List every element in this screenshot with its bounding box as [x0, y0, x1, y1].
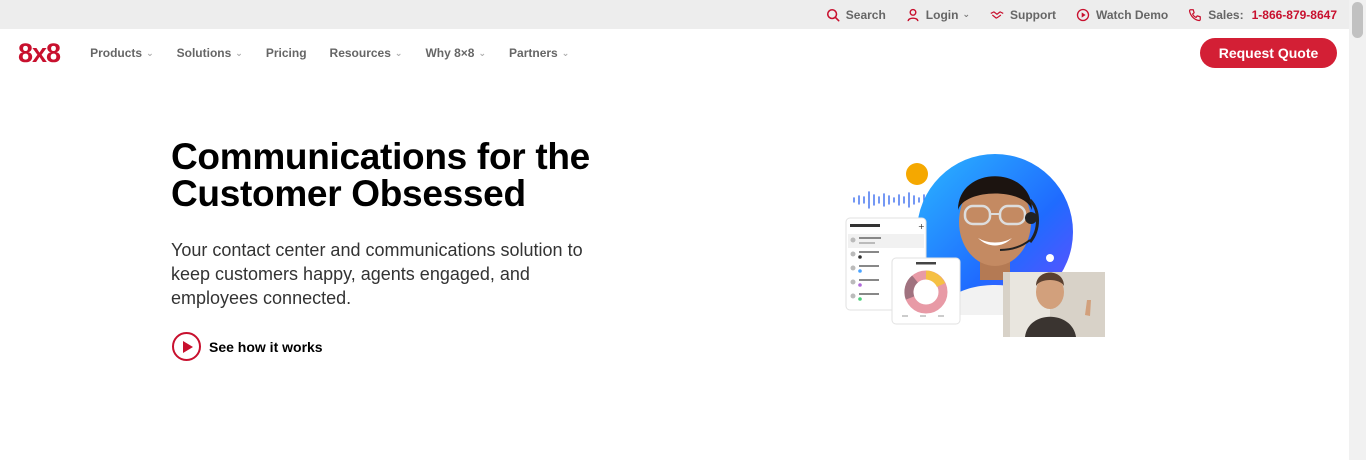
see-how-it-works-link[interactable]: See how it works	[172, 332, 323, 361]
play-circle-icon	[172, 332, 201, 361]
agent-status-card	[891, 257, 961, 325]
nav-item-pricing[interactable]: Pricing	[266, 46, 307, 60]
yellow-dot	[906, 163, 928, 185]
request-quote-button[interactable]: Request Quote	[1200, 38, 1337, 68]
user-icon	[907, 8, 919, 21]
support-label: Support	[1010, 7, 1056, 22]
chevron-down-icon: ⌄	[235, 47, 243, 58]
search-link[interactable]: Search	[826, 8, 886, 22]
nav-item-solutions[interactable]: Solutions ⌄	[177, 46, 243, 60]
watch-demo-label: Watch Demo	[1096, 7, 1169, 22]
search-icon	[826, 8, 840, 21]
phone-icon	[1189, 8, 1202, 21]
nav-item-label: Resources	[329, 46, 391, 60]
watch-demo-link[interactable]: Watch Demo	[1076, 8, 1168, 22]
sales-phone-link[interactable]: Sales: 1-866-879-8647	[1188, 8, 1337, 22]
play-circle-icon	[1076, 8, 1090, 21]
handshake-icon	[990, 10, 1004, 19]
chevron-down-icon: ⌄	[146, 47, 154, 58]
hero-subtitle: Your contact center and communications s…	[171, 240, 583, 308]
nav-item-products[interactable]: Products ⌄	[90, 46, 154, 60]
support-link[interactable]: Support	[990, 8, 1056, 22]
chevron-down-icon: ⌄	[394, 47, 403, 58]
search-label: Search	[845, 7, 886, 22]
main-nav: 8x8 Products ⌄ Solutions ⌄ Pricing Resou…	[0, 29, 1349, 77]
scrollbar[interactable]	[1349, 0, 1366, 460]
utility-bar: Search Login ⌄ Support Watch Demo Sales:…	[0, 0, 1349, 29]
nav-item-label: Products	[90, 46, 143, 60]
nav-item-resources[interactable]: Resources ⌄	[330, 46, 403, 60]
nav-item-label: Why 8×8	[425, 46, 475, 60]
video-call-thumbnail	[1003, 272, 1105, 337]
svg-text:+: +	[918, 222, 925, 231]
white-dot	[1046, 254, 1054, 262]
nav-item-label: Pricing	[265, 46, 307, 60]
chevron-down-icon: ⌄	[478, 47, 487, 58]
chevron-down-icon: ⌄	[962, 9, 970, 19]
login-link[interactable]: Login ⌄	[906, 8, 970, 22]
nav-item-label: Partners	[509, 46, 558, 60]
nav-item-why-8x8[interactable]: Why 8×8 ⌄	[425, 46, 486, 60]
sales-phone-number: 1-866-879-8647	[1251, 7, 1337, 22]
cta-label: See how it works	[209, 338, 323, 355]
login-label: Login	[925, 7, 959, 22]
logo[interactable]: 8x8	[18, 39, 61, 67]
chevron-down-icon: ⌄	[561, 47, 570, 58]
nav-item-label: Solutions	[176, 46, 232, 60]
hero-title: Communications for the Customer Obsessed	[171, 136, 590, 214]
nav-item-partners[interactable]: Partners ⌄	[509, 46, 569, 60]
hero-illustration: +	[845, 154, 1105, 337]
sales-label: Sales:	[1208, 7, 1244, 22]
scrollbar-thumb[interactable]	[1352, 2, 1363, 38]
